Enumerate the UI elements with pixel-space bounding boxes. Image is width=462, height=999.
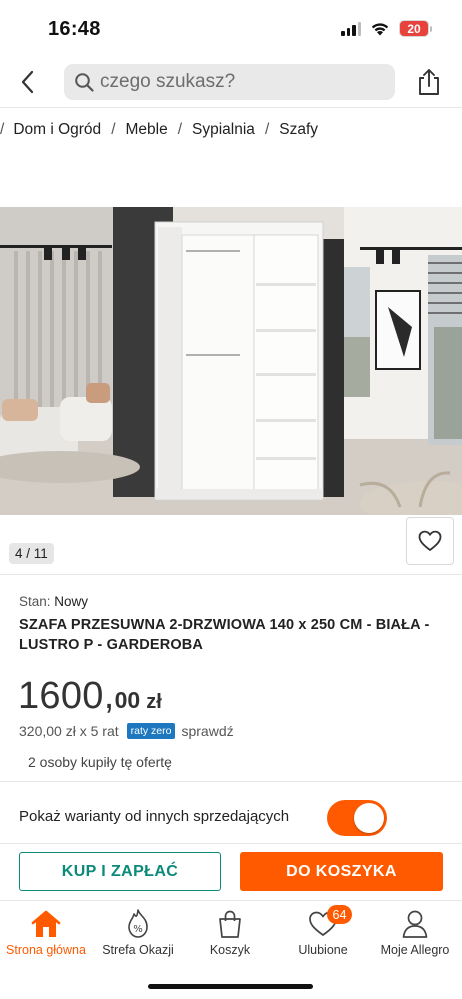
home-icon	[28, 907, 64, 941]
breadcrumb-item[interactable]: Dom i Ogród	[13, 121, 101, 139]
installment-text: 320,00 zł x 5 rat	[19, 723, 119, 739]
back-icon	[21, 70, 34, 94]
status-time: 16:48	[48, 18, 101, 40]
divider	[0, 574, 462, 575]
nav-item-favorites[interactable]: 64 Ulubione	[277, 905, 369, 957]
favorites-count-badge: 64	[327, 905, 352, 924]
price-integer: 1600,	[18, 675, 115, 717]
share-button[interactable]	[414, 64, 444, 100]
status-bar: 16:48 20	[0, 0, 462, 56]
battery-level: 20	[399, 20, 429, 37]
breadcrumb-item[interactable]: Sypialnia	[192, 121, 255, 139]
heart-icon: 64	[305, 905, 352, 941]
nav-item-home[interactable]: Strona główna	[0, 907, 92, 957]
raty-zero-badge: raty zero	[126, 723, 176, 739]
header-divider	[0, 107, 462, 108]
buy-now-button[interactable]: KUP I ZAPŁAĆ	[19, 852, 221, 891]
favorite-button[interactable]	[406, 517, 454, 565]
divider	[0, 781, 462, 782]
product-image[interactable]	[0, 207, 462, 515]
condition-label: Stan:	[19, 594, 51, 609]
nav-item-account[interactable]: Moje Allegro	[369, 907, 461, 957]
nav-label: Strona główna	[6, 943, 86, 957]
installment-info: 320,00 zł x 5 rat raty zero sprawdź	[19, 723, 234, 739]
wardrobe-photo	[0, 207, 462, 515]
add-to-cart-button[interactable]: DO KOSZYKA	[240, 852, 443, 891]
nav-label: Strefa Okazji	[102, 943, 174, 957]
breadcrumb: / Dom i Ogród / Meble / Sypialnia / Szaf…	[0, 120, 318, 140]
battery-icon: 20	[399, 20, 432, 37]
variants-toggle[interactable]	[327, 800, 387, 836]
price-currency: zł	[146, 691, 162, 713]
search-input[interactable]	[100, 71, 370, 93]
nav-item-cart[interactable]: Koszyk	[184, 907, 276, 957]
breadcrumb-item[interactable]: Meble	[126, 121, 168, 139]
svg-text:%: %	[133, 924, 143, 935]
share-icon	[419, 69, 439, 95]
breadcrumb-separator: /	[111, 121, 116, 138]
nav-label: Ulubione	[298, 943, 348, 957]
toggle-knob	[354, 803, 384, 833]
app-header	[0, 58, 462, 106]
nav-label: Koszyk	[209, 943, 251, 957]
nav-label: Moje Allegro	[380, 943, 450, 957]
user-icon	[397, 907, 433, 941]
nav-item-deals[interactable]: % Strefa Okazji	[92, 907, 184, 957]
status-icons: 20	[341, 20, 432, 37]
variants-label: Pokaż warianty od innych sprzedających	[19, 808, 290, 825]
divider	[0, 843, 462, 844]
cart-icon	[212, 907, 248, 941]
breadcrumb-separator: /	[0, 121, 5, 138]
search-icon	[75, 73, 94, 92]
back-button[interactable]	[12, 66, 42, 98]
breadcrumb-separator: /	[177, 121, 183, 138]
product-condition: Stan: Nowy	[19, 594, 88, 609]
signal-icon	[341, 21, 361, 36]
heart-icon	[418, 530, 442, 551]
installment-check-link[interactable]: sprawdź	[181, 723, 233, 739]
search-bar[interactable]	[64, 64, 395, 100]
image-counter: 4 / 11	[9, 543, 54, 564]
home-indicator	[148, 984, 313, 989]
product-title: SZAFA PRZESUWNA 2-DRZWIOWA 140 x 250 CM …	[19, 617, 430, 653]
breadcrumb-item[interactable]: Szafy	[279, 121, 318, 139]
price-decimal: 00	[114, 687, 141, 713]
deals-icon: %	[120, 907, 156, 941]
breadcrumb-separator: /	[264, 121, 270, 138]
condition-value: Nowy	[54, 594, 89, 609]
wifi-icon	[371, 23, 389, 36]
buyers-count: 2 osoby kupiły tę ofertę	[28, 754, 172, 770]
product-price: 1600, 00 zł	[18, 675, 162, 718]
